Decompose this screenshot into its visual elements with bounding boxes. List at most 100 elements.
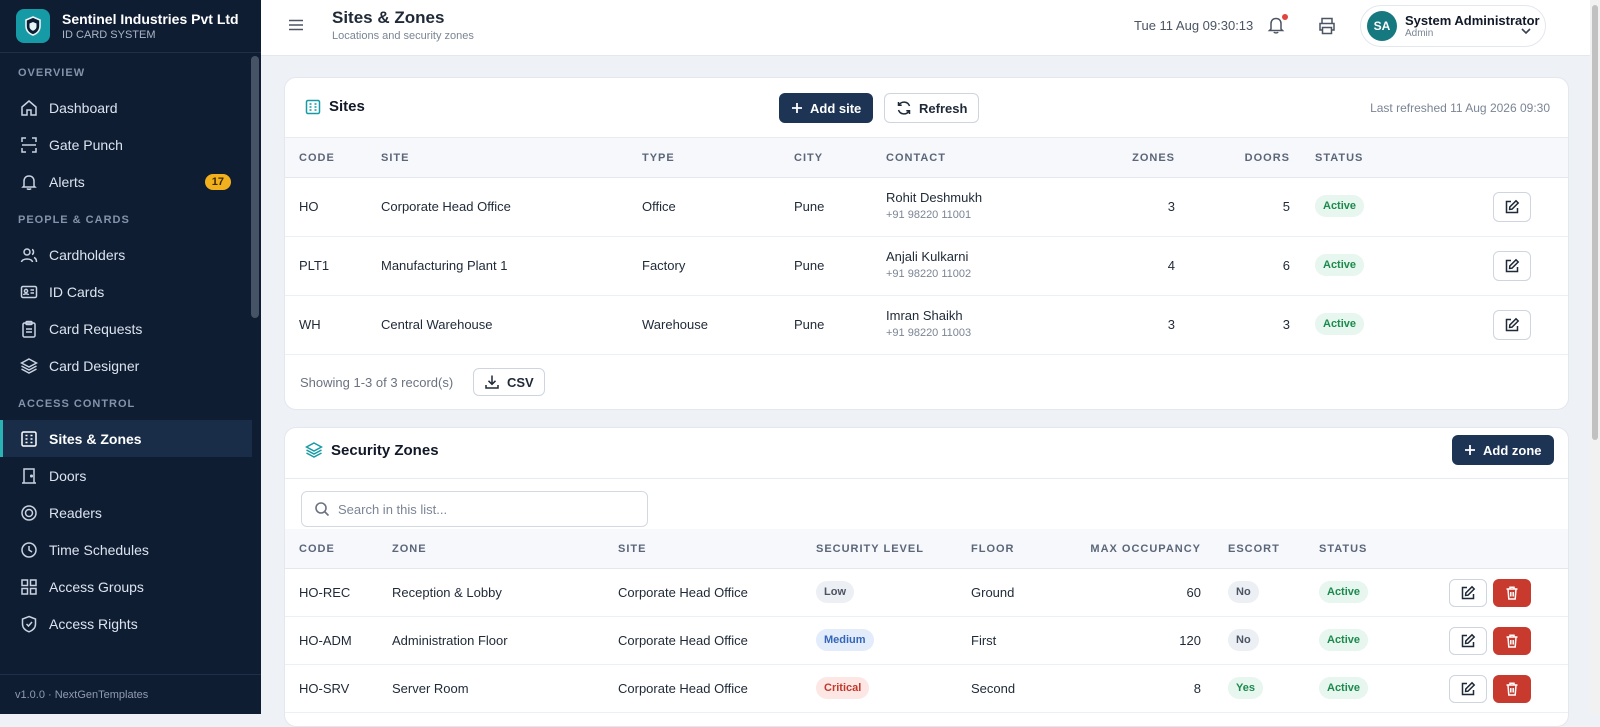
edit-icon (1461, 681, 1476, 696)
sidebar-item-label: ID Cards (49, 283, 105, 300)
sidebar-item-gate-punch[interactable]: Gate Punch (0, 126, 261, 163)
col-code[interactable]: CODE (299, 152, 335, 164)
col-doors[interactable]: DOORS (1220, 152, 1290, 164)
delete-zone-button[interactable] (1493, 675, 1531, 703)
col-site[interactable]: SITE (381, 152, 409, 164)
sidebar-item-readers[interactable]: Readers (0, 494, 261, 531)
sidebar-item-alerts[interactable]: Alerts 17 (0, 163, 261, 200)
sidebar-item-label: Readers (49, 504, 102, 521)
clock-icon (20, 541, 38, 559)
table-row: PLT1 Manufacturing Plant 1 Factory Pune … (285, 237, 1568, 296)
col-max-occupancy[interactable]: MAX OCCUPANCY (1065, 543, 1201, 555)
sidebar-item-label: Dashboard (49, 99, 118, 116)
site-code: WH (299, 317, 321, 332)
security-level-badge: Medium (816, 629, 874, 651)
search-input[interactable]: Search in this list... (301, 491, 648, 527)
edit-icon (1461, 633, 1476, 648)
sidebar-item-card-designer[interactable]: Card Designer (0, 347, 261, 384)
refresh-label: Refresh (919, 100, 968, 116)
sidebar-item-label: Doors (49, 467, 87, 484)
table-row: HO-ADM Administration Floor Corporate He… (285, 617, 1568, 665)
contact-phone: +91 98220 11003 (886, 327, 972, 339)
edit-site-button[interactable] (1493, 310, 1531, 340)
edit-zone-button[interactable] (1449, 579, 1487, 607)
section-overview: OVERVIEW (18, 67, 86, 79)
col-code[interactable]: CODE (299, 543, 335, 555)
sidebar-item-label: Cardholders (49, 246, 126, 263)
sidebar-item-access-groups[interactable]: Access Groups (0, 568, 261, 605)
add-site-button[interactable]: Add site (779, 93, 874, 123)
edit-icon (1461, 585, 1476, 600)
sidebar-item-card-requests[interactable]: Card Requests (0, 310, 261, 347)
zone-site: Corporate Head Office (618, 585, 748, 600)
sidebar-scrollbar[interactable] (251, 56, 259, 318)
sidebar-item-doors[interactable]: Doors (0, 457, 261, 494)
delete-zone-button[interactable] (1493, 579, 1531, 607)
menu-icon[interactable] (287, 16, 305, 37)
refresh-icon (897, 101, 911, 115)
col-status[interactable]: STATUS (1319, 543, 1367, 555)
search-placeholder: Search in this list... (338, 501, 448, 517)
add-zone-button[interactable]: Add zone (1452, 435, 1554, 465)
security-zones-card: Security Zones Add zone Search in this l… (284, 427, 1569, 727)
sidebar-item-sites-zones[interactable]: Sites & Zones (0, 420, 252, 457)
sidebar-item-id-cards[interactable]: ID Cards (0, 273, 261, 310)
delete-zone-button[interactable] (1493, 627, 1531, 655)
status-badge: Active (1319, 677, 1369, 699)
refresh-button[interactable]: Refresh (884, 93, 980, 123)
trash-icon (1506, 682, 1518, 696)
page-scrollbar[interactable] (1590, 0, 1600, 714)
csv-export-button[interactable]: CSV (473, 368, 545, 396)
status-badge: Active (1319, 629, 1369, 651)
sidebar-item-time-schedules[interactable]: Time Schedules (0, 531, 261, 568)
edit-zone-button[interactable] (1449, 627, 1487, 655)
col-site[interactable]: SITE (618, 543, 646, 555)
zone-name: Administration Floor (392, 633, 508, 648)
sidebar-item-cardholders[interactable]: Cardholders (0, 236, 261, 273)
site-name: Central Warehouse (381, 317, 493, 332)
sidebar: Sentinel Industries Pvt Ltd ID CARD SYST… (0, 0, 261, 714)
sidebar-item-dashboard[interactable]: Dashboard (0, 89, 261, 126)
site-zones: 3 (1167, 317, 1175, 332)
edit-icon (1505, 258, 1520, 273)
table-row: HO-REC Reception & Lobby Corporate Head … (285, 569, 1568, 617)
col-escort[interactable]: ESCORT (1228, 543, 1280, 555)
edit-zone-button[interactable] (1449, 675, 1487, 703)
layers-icon (305, 441, 323, 459)
user-menu[interactable]: SA System Administrator Admin (1360, 5, 1546, 47)
site-doors: 5 (1282, 199, 1290, 214)
col-type[interactable]: TYPE (642, 152, 675, 164)
col-floor[interactable]: FLOOR (971, 543, 1015, 555)
page-title: Sites & Zones (332, 8, 445, 27)
zone-code: HO-SRV (299, 681, 350, 696)
status-badge: Active (1315, 254, 1365, 276)
page-scrollbar-thumb[interactable] (1592, 5, 1598, 440)
door-icon (20, 467, 38, 485)
bell-icon (20, 173, 38, 191)
col-security-level[interactable]: SECURITY LEVEL (816, 543, 924, 555)
shield-logo-icon (16, 9, 50, 43)
col-zone[interactable]: ZONE (392, 543, 427, 555)
security-level-badge: Low (816, 581, 854, 603)
sidebar-item-access-rights[interactable]: Access Rights (0, 605, 261, 642)
add-zone-label: Add zone (1483, 442, 1542, 458)
col-contact[interactable]: CONTACT (886, 152, 946, 164)
escort-badge: No (1228, 581, 1259, 603)
grid-icon (20, 578, 38, 596)
section-people-cards: PEOPLE & CARDS (18, 214, 130, 226)
col-status[interactable]: STATUS (1315, 152, 1363, 164)
site-city: Pune (794, 317, 825, 332)
edit-site-button[interactable] (1493, 251, 1531, 281)
zone-floor: Ground (971, 585, 1015, 600)
col-zones[interactable]: ZONES (1105, 152, 1175, 164)
printer-icon[interactable] (1317, 16, 1337, 39)
alerts-count-badge: 17 (204, 173, 231, 190)
zone-floor: First (971, 633, 997, 648)
edit-icon (1505, 199, 1520, 214)
plus-icon (1465, 445, 1475, 455)
search-icon (315, 502, 330, 517)
contact-name: Imran Shaikh (886, 308, 963, 323)
zone-max-occupancy: 8 (1193, 681, 1201, 696)
col-city[interactable]: CITY (794, 152, 823, 164)
edit-site-button[interactable] (1493, 192, 1531, 222)
